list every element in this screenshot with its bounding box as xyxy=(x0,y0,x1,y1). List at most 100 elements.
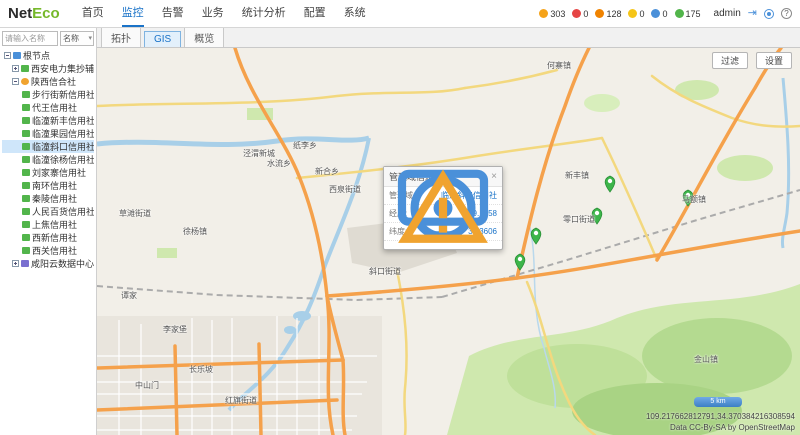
logout-icon[interactable]: ⇥ xyxy=(748,8,757,19)
tree-node-power-group[interactable]: 西安电力集抄辅 xyxy=(2,62,94,75)
node-icon xyxy=(21,78,29,85)
alarm-badge-major[interactable]: 0 xyxy=(572,9,588,19)
help-icon[interactable]: ? xyxy=(781,8,792,19)
search-input[interactable] xyxy=(2,31,58,46)
tree-node-label: 步行街新信用社 xyxy=(32,88,94,101)
map-place-label: 长乐坡 xyxy=(189,364,213,375)
tree-node-credit-group[interactable]: 陕西信合社 xyxy=(2,75,94,88)
tree-node-site-selected[interactable]: 临潼斜口信用社 xyxy=(2,140,94,153)
logo-eco: Eco xyxy=(32,5,60,22)
alarm-minor-icon xyxy=(595,9,604,18)
map-place-label: 李家堡 xyxy=(163,324,187,335)
node-icon xyxy=(22,169,30,176)
expand-icon[interactable] xyxy=(12,260,19,267)
nav-home[interactable]: 首页 xyxy=(82,0,104,27)
managed-domain-popup: 管理域信息 × 管理域: 临潼斜口信用社 经度: 109.1458 纬度: 34… xyxy=(383,166,503,250)
node-icon xyxy=(22,156,30,163)
status-normal-icon xyxy=(675,9,684,18)
tree-node-label: 刘家寨信用社 xyxy=(32,166,86,179)
alarm-badge-minor[interactable]: 128 xyxy=(595,9,621,19)
collapse-icon[interactable] xyxy=(4,52,11,59)
tree-node-label: 临潼徐杨信用社 xyxy=(32,153,94,166)
expand-icon[interactable] xyxy=(12,65,19,72)
alarm-badge-critical[interactable]: 303 xyxy=(539,9,565,19)
tab-gis[interactable]: GIS xyxy=(144,31,181,47)
tree-node-site[interactable]: 人民百货信用社 xyxy=(2,205,94,218)
tree-node-site[interactable]: 秦陵信用社 xyxy=(2,192,94,205)
node-icon xyxy=(22,182,30,189)
tree-node-label: 秦陵信用社 xyxy=(32,192,77,205)
tree-node-label: 西新信用社 xyxy=(32,231,77,244)
map-place-label: 纸李乡 xyxy=(293,140,317,151)
tree-node-site[interactable]: 西新信用社 xyxy=(2,231,94,244)
collapse-icon[interactable] xyxy=(12,78,19,85)
managed-object-tree: 根节点 西安电力集抄辅 陕西信合社 步行街新信用社 代王信用社 临潼新丰信用社 … xyxy=(2,49,94,270)
tree-node-label: 陕西信合社 xyxy=(31,75,76,88)
node-icon xyxy=(22,117,30,124)
gis-map[interactable]: 何寨镇 新丰镇 马额镇 零口街道 金山镇 西泉街道 新合乡 水流乡 纸李乡 泾渭… xyxy=(97,48,800,435)
tree-node-site[interactable]: 代王信用社 xyxy=(2,101,94,114)
cursor-coordinates: 109.217662812791,34.370384216308594 xyxy=(646,412,795,421)
map-scale-bar: 5 km xyxy=(694,397,742,407)
alarm-major-count: 0 xyxy=(583,9,588,19)
tree-search-row: 名称 xyxy=(2,31,94,46)
node-icon xyxy=(22,195,30,202)
map-place-label: 泾渭新城 xyxy=(243,148,275,159)
node-icon xyxy=(22,91,30,98)
map-place-label: 马额镇 xyxy=(682,194,706,205)
tree-node-root[interactable]: 根节点 xyxy=(2,49,94,62)
current-user[interactable]: admin xyxy=(714,8,741,19)
tab-overview[interactable]: 概览 xyxy=(184,27,224,47)
device-tree-sidebar: 名称 根节点 西安电力集抄辅 陕西信合社 步行街新信用社 代王信用社 临潼新丰信… xyxy=(0,28,97,435)
alarm-badge-warning[interactable]: 0 xyxy=(628,9,644,19)
filter-button[interactable]: 过滤 xyxy=(712,52,748,69)
settings-button[interactable]: 设置 xyxy=(756,52,792,69)
tree-node-label: 人民百货信用社 xyxy=(32,205,94,218)
nav-business[interactable]: 业务 xyxy=(202,0,224,27)
alarm-info-icon xyxy=(651,9,660,18)
node-icon xyxy=(22,143,30,150)
tree-node-site[interactable]: 临潼果园信用社 xyxy=(2,127,94,140)
alarm-major-icon xyxy=(572,9,581,18)
node-icon xyxy=(21,65,29,72)
alarm-warning-icon xyxy=(628,9,637,18)
tree-node-site[interactable]: 临潼徐杨信用社 xyxy=(2,153,94,166)
map-attribution: Data CC-By-SA by OpenStreetMap xyxy=(670,423,795,432)
tree-node-label: 根节点 xyxy=(23,49,50,62)
tree-node-site[interactable]: 步行街新信用社 xyxy=(2,88,94,101)
nav-alarm[interactable]: 告警 xyxy=(162,0,184,27)
tree-node-label: 上焦信用社 xyxy=(32,218,77,231)
logo-net: Net xyxy=(8,5,32,22)
tree-node-label: 西安电力集抄辅 xyxy=(31,62,94,75)
map-place-label: 水流乡 xyxy=(267,158,291,169)
nav-monitor[interactable]: 监控 xyxy=(122,0,144,27)
nav-system[interactable]: 系统 xyxy=(344,0,366,27)
map-place-label: 中山门 xyxy=(135,380,159,391)
tree-node-site[interactable]: 上焦信用社 xyxy=(2,218,94,231)
alarm-badge-info[interactable]: 0 xyxy=(651,9,667,19)
tree-node-site[interactable]: 临潼新丰信用社 xyxy=(2,114,94,127)
tree-node-cloud-dc[interactable]: 咸阳云数据中心 xyxy=(2,257,94,270)
tree-node-label: 临潼果园信用社 xyxy=(32,127,94,140)
node-icon xyxy=(22,104,30,111)
tree-node-site[interactable]: 南环信用社 xyxy=(2,179,94,192)
tab-topology[interactable]: 拓扑 xyxy=(101,27,141,47)
nav-config[interactable]: 配置 xyxy=(304,0,326,27)
tree-node-label: 西关信用社 xyxy=(32,244,77,257)
neteco-logo: NetEco xyxy=(8,5,60,22)
tree-node-label: 代王信用社 xyxy=(32,101,77,114)
node-icon xyxy=(13,52,21,59)
tree-node-site[interactable]: 刘家寨信用社 xyxy=(2,166,94,179)
search-type-dropdown[interactable]: 名称 xyxy=(60,31,94,46)
user-icon[interactable] xyxy=(764,9,774,19)
map-place-label: 徐杨镇 xyxy=(183,226,207,237)
node-icon xyxy=(22,234,30,241)
node-icon xyxy=(21,260,29,267)
alarm-warning-count: 0 xyxy=(639,9,644,19)
nav-statistics[interactable]: 统计分析 xyxy=(242,0,286,27)
status-normal-count: 175 xyxy=(686,9,701,19)
search-type-label: 名称 xyxy=(63,34,79,43)
alarm-critical-icon xyxy=(539,9,548,18)
status-badge-normal[interactable]: 175 xyxy=(675,9,701,19)
tree-node-site[interactable]: 西关信用社 xyxy=(2,244,94,257)
